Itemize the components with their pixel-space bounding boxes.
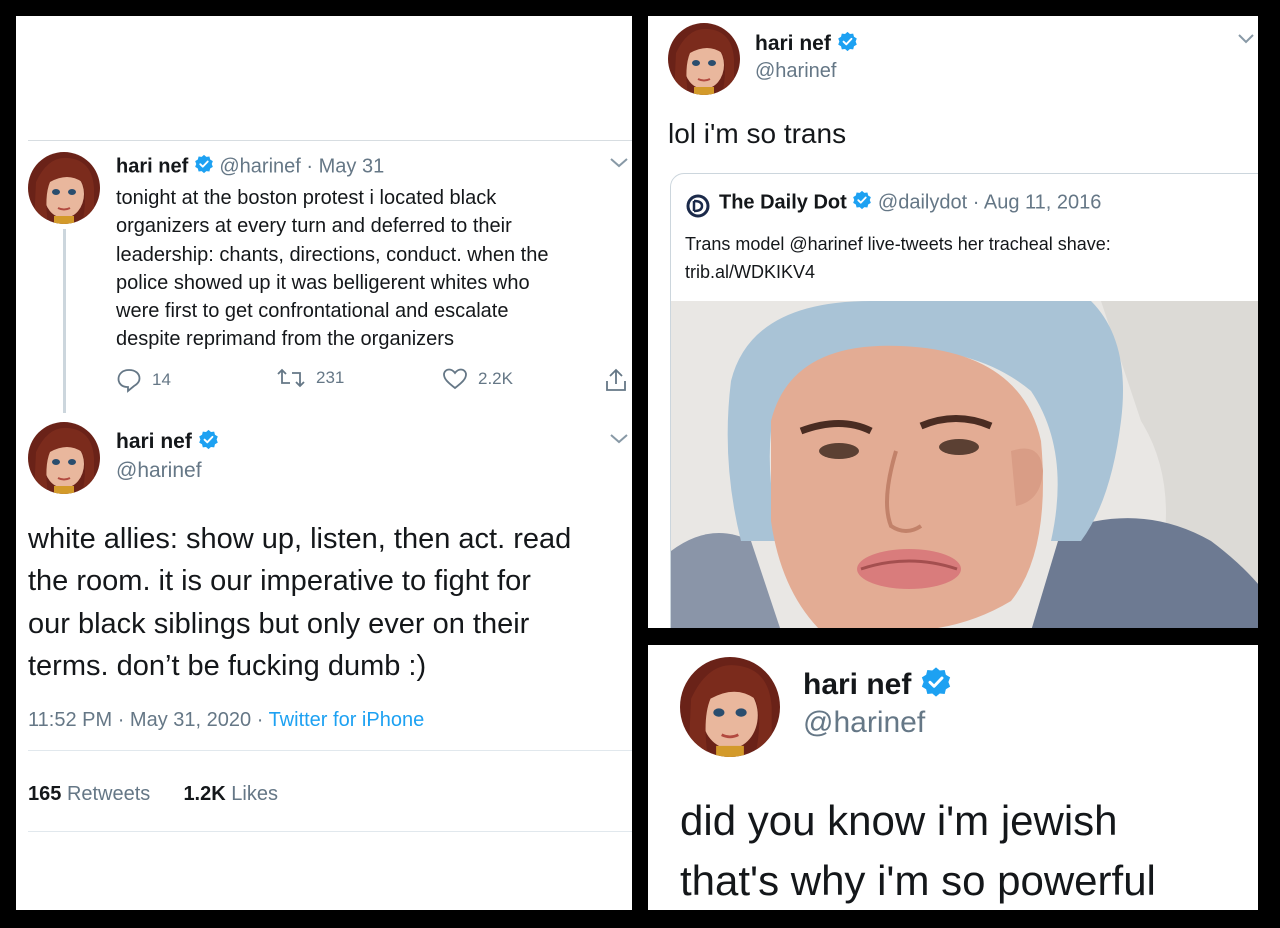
left-screenshot-panel: hari nef @harinef · May 31 tonight at th…: [16, 16, 632, 910]
display-name-row: hari nef: [116, 429, 219, 456]
tweet-line: tonight at the boston protest i located …: [116, 187, 497, 209]
tweet-line: were first to get confrontational and es…: [116, 300, 509, 323]
likes-label: Likes: [231, 783, 278, 805]
engagement-stats: 165 Retweets 1.2K Likes: [28, 783, 278, 806]
separator: ·: [117, 709, 125, 731]
tweet-header: hari nef @harinef · May 31: [116, 154, 384, 180]
avatar-illustration: [28, 152, 100, 224]
quote-header: The Daily Dot @dailydot · Aug 11, 2016: [719, 190, 1101, 216]
chevron-down-icon[interactable]: [608, 432, 630, 451]
verified-badge-icon: [198, 429, 219, 456]
bottom-right-screenshot-panel: hari nef @harinef did you know i'm jewis…: [648, 645, 1258, 910]
thread-line: [63, 229, 66, 413]
tweet-body: white allies: show up, listen, then act.…: [28, 518, 628, 687]
tweet-line: terms. don’t be fucking dumb :): [28, 649, 427, 682]
display-name[interactable]: hari nef: [755, 32, 831, 55]
quoted-tweet-card[interactable]: The Daily Dot @dailydot · Aug 11, 2016 T…: [670, 173, 1258, 628]
retweet-button[interactable]: 231: [276, 367, 344, 389]
handle[interactable]: @harinef: [803, 706, 925, 740]
avatar-illustration: [668, 23, 740, 95]
tweet-line: that's why i'm so powerful: [680, 857, 1156, 904]
tweet-text: lol i'm so trans: [668, 118, 847, 149]
like-count: 2.2K: [478, 369, 513, 388]
avatar-illustration: [680, 657, 780, 757]
tweet-date[interactable]: May 31, 2020: [130, 709, 251, 731]
heart-icon: [443, 368, 467, 390]
verified-badge-icon: [837, 31, 858, 58]
reply-button[interactable]: 14: [116, 367, 171, 393]
tweet-actions: 14 231 2.2K: [116, 367, 632, 397]
chevron-down-icon[interactable]: [1236, 32, 1256, 50]
tweet-line: organizers at every turn and deferred to…: [116, 215, 512, 238]
reply-count: 14: [152, 370, 171, 389]
quote-body: Trans model @harinef live-tweets her tra…: [685, 230, 1111, 286]
photo-illustration: [671, 301, 1258, 628]
tweet-line: despite reprimand from the organizers: [116, 328, 454, 351]
display-name-row: hari nef: [755, 31, 858, 58]
like-total: 1.2K: [183, 783, 226, 805]
display-name[interactable]: hari nef: [803, 668, 911, 701]
handle[interactable]: @harinef: [116, 459, 202, 483]
retweet-count: 231: [316, 368, 345, 387]
retweet-total: 165: [28, 783, 62, 805]
avatar[interactable]: [28, 152, 100, 224]
likes-stat[interactable]: 1.2K Likes: [183, 783, 278, 805]
quote-date[interactable]: Aug 11, 2016: [984, 191, 1102, 213]
like-button[interactable]: 2.2K: [442, 367, 513, 391]
tweet-source-link[interactable]: Twitter for iPhone: [269, 709, 425, 731]
tweet-line: white allies: show up, listen, then act.…: [28, 523, 572, 555]
tweet-body: tonight at the boston protest i located …: [116, 184, 548, 354]
tweet-line: leadership: chants, directions, conduct.…: [116, 243, 549, 266]
separator: ·: [256, 709, 264, 731]
display-name[interactable]: hari nef: [116, 155, 188, 177]
avatar[interactable]: [668, 23, 740, 95]
tweet-time[interactable]: 11:52 PM: [28, 709, 112, 731]
daily-dot-logo-icon: [686, 194, 710, 218]
retweets-label: Retweets: [66, 783, 151, 805]
tweet-date[interactable]: May 31: [319, 155, 385, 177]
tweet-body: did you know i'm jewish that's why i'm s…: [680, 791, 1156, 910]
divider: [28, 831, 632, 832]
chevron-down-icon[interactable]: [608, 156, 630, 175]
separator: ·: [972, 191, 980, 214]
verified-badge-icon: [920, 666, 952, 706]
quote-link[interactable]: trib.al/WDKIKV4: [685, 258, 1111, 286]
tweet-meta: 11:52 PM · May 31, 2020 · Twitter for iP…: [28, 709, 424, 732]
divider: [28, 750, 632, 751]
tweet-line: police showed up it was belligerent whit…: [116, 271, 530, 294]
quote-handle[interactable]: @dailydot: [878, 191, 967, 213]
handle[interactable]: @harinef: [219, 155, 300, 177]
avatar[interactable]: [28, 422, 100, 494]
quote-display-name[interactable]: The Daily Dot: [719, 191, 847, 213]
divider: [28, 140, 632, 141]
avatar-illustration: [28, 422, 100, 494]
share-button[interactable]: [604, 367, 628, 393]
quote-line: Trans model @harinef live-tweets her tra…: [685, 234, 1111, 254]
cut-off-action-row: [96, 852, 576, 856]
display-name-row: hari nef: [803, 666, 952, 706]
separator: ·: [306, 155, 314, 178]
top-right-screenshot-panel: hari nef @harinef lol i'm so trans The D…: [648, 16, 1258, 628]
quoted-photo[interactable]: [671, 301, 1258, 628]
tweet-line: our black siblings but only ever on thei…: [28, 607, 530, 640]
verified-badge-icon: [194, 154, 214, 180]
retweet-icon: [277, 368, 305, 388]
handle[interactable]: @harinef: [755, 60, 836, 83]
tweet-line: did you know i'm jewish: [680, 797, 1118, 844]
verified-badge-icon: [852, 190, 872, 216]
display-name[interactable]: hari nef: [116, 430, 192, 453]
tweet-line: the room. it is our imperative to fight …: [28, 565, 531, 598]
reply-icon: [117, 369, 141, 393]
avatar[interactable]: [680, 657, 780, 757]
retweets-stat[interactable]: 165 Retweets: [28, 783, 150, 805]
share-icon: [606, 368, 626, 391]
